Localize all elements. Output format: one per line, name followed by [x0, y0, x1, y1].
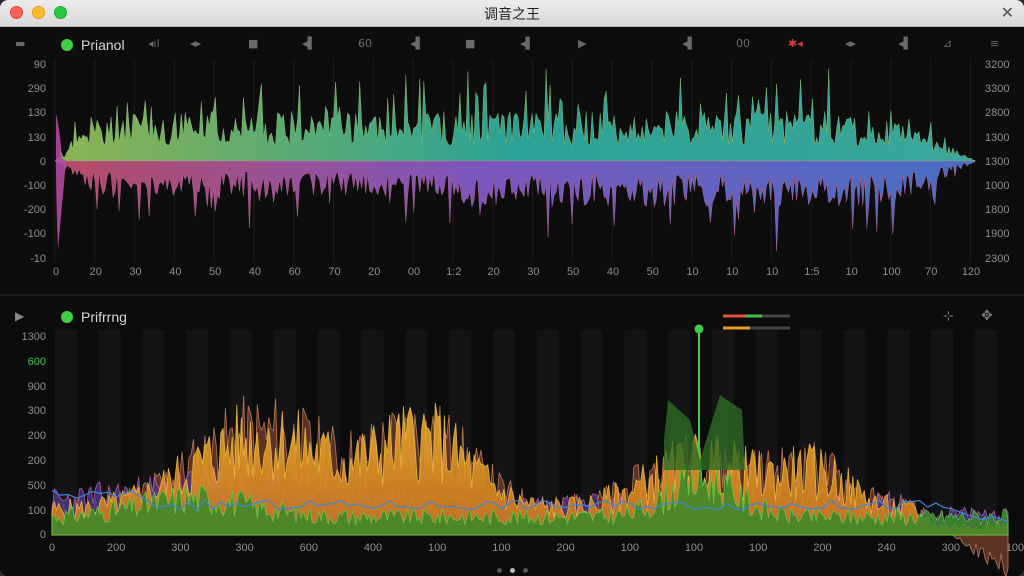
waveform-onset — [56, 114, 66, 250]
waveform-canvas[interactable] — [0, 0, 1024, 576]
page-indicator — [0, 560, 1024, 576]
grid-band — [974, 330, 997, 535]
app-window: 调音之王 ✕ ▬ ◂ıl ◂▸ ■ ◂▌ 60 ◂▌ ■ ◂▌ ▶ ◂▌ 00 ✱◂ ◂▸ ◂▌ ⊿ ≡ Pri… — [0, 0, 1024, 576]
marker-handle — [694, 324, 704, 334]
page-dot[interactable] — [522, 568, 528, 573]
waveform-upper — [54, 68, 976, 162]
page-dot-active[interactable] — [509, 568, 515, 573]
page-dot[interactable] — [496, 568, 502, 573]
waveform-lower — [54, 160, 976, 251]
